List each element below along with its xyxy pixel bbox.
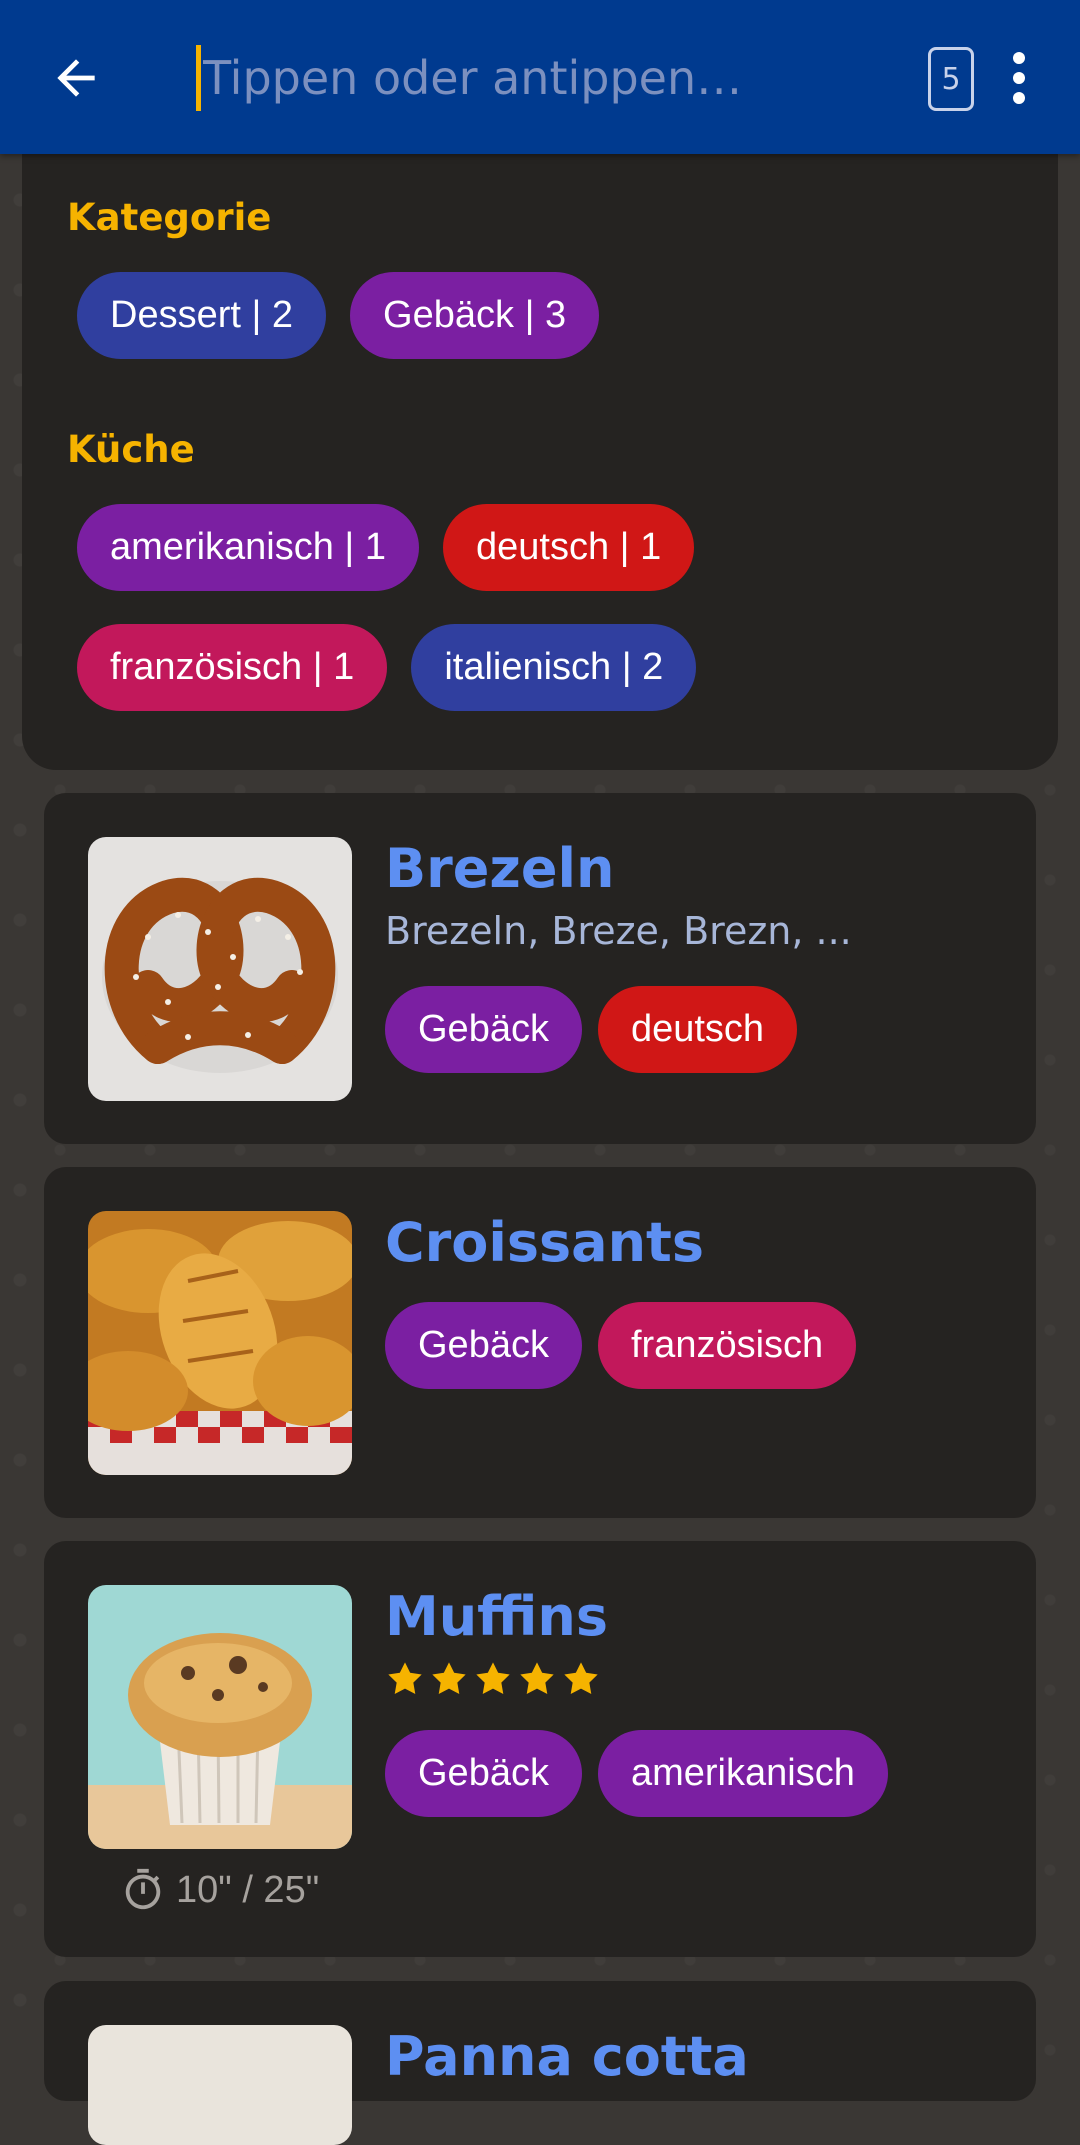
recipe-image-brezeln <box>88 837 352 1101</box>
recipe-card-croissants[interactable]: Croissants Gebäck französisch <box>44 1167 1036 1518</box>
recipe-tags: Gebäck französisch <box>385 1302 857 1389</box>
rating-stars <box>385 1659 601 1699</box>
cuisine-chip-amerikanisch[interactable]: amerikanisch | 1 <box>77 504 419 591</box>
tag-gebaeck[interactable]: Gebäck <box>385 986 582 1073</box>
recipe-title: Muffins <box>385 1585 608 1648</box>
arrow-back-icon <box>57 59 95 97</box>
cuisine-heading: Küche <box>67 428 195 471</box>
tag-gebaeck[interactable]: Gebäck <box>385 1302 582 1389</box>
recipe-image-croissants <box>88 1211 352 1475</box>
recipe-card-muffins[interactable]: Muffins Gebäck amerikanisch 10" / 25" <box>44 1541 1036 1957</box>
overflow-menu-button[interactable] <box>996 46 1042 110</box>
star-icon <box>432 1662 466 1695</box>
tag-amerikanisch[interactable]: amerikanisch <box>597 1730 888 1817</box>
recipe-tags: Gebäck amerikanisch <box>385 1730 888 1817</box>
cuisine-chip-franzoesisch[interactable]: französisch | 1 <box>77 624 388 711</box>
star-icon <box>520 1662 554 1695</box>
recipe-time: 10" / 25" <box>120 1867 319 1913</box>
star-icon <box>476 1662 510 1695</box>
recipe-title: Croissants <box>385 1211 704 1274</box>
recipe-title: Brezeln <box>385 837 615 900</box>
category-chip-gebaeck[interactable]: Gebäck | 3 <box>350 272 600 359</box>
top-app-bar: 5 <box>0 0 1080 154</box>
text-cursor <box>196 45 201 111</box>
cuisine-chip-deutsch[interactable]: deutsch | 1 <box>442 504 695 591</box>
back-button[interactable] <box>40 42 112 114</box>
recipe-card-panna-cotta[interactable]: Panna cotta <box>44 1981 1036 2145</box>
category-chip-dessert[interactable]: Dessert | 2 <box>77 272 327 359</box>
search-input[interactable] <box>203 51 883 105</box>
more-vert-icon <box>1013 52 1025 64</box>
filter-panel: Kategorie Dessert | 2 Gebäck | 3 Küche a… <box>22 154 1058 770</box>
category-chips: Dessert | 2 Gebäck | 3 <box>77 272 600 359</box>
recipe-time-text: 10" / 25" <box>176 1868 320 1911</box>
cuisine-chips-row-2: französisch | 1 italienisch | 2 <box>77 624 697 711</box>
star-icon <box>388 1662 422 1695</box>
recipe-image-muffins <box>88 1585 352 1849</box>
recipe-image-panna-cotta <box>88 2025 352 2145</box>
tag-franzoesisch[interactable]: französisch <box>597 1302 857 1389</box>
timer-icon <box>125 1868 161 1910</box>
cuisine-chip-italienisch[interactable]: italienisch | 2 <box>411 624 697 711</box>
star-icon <box>564 1662 598 1695</box>
recipe-title: Panna cotta <box>385 2025 749 2088</box>
recipe-tags: Gebäck deutsch <box>385 986 798 1073</box>
result-count-badge[interactable]: 5 <box>928 47 974 111</box>
recipe-subtitle: Brezeln, Breze, Brezn, ... <box>385 909 852 953</box>
tag-gebaeck[interactable]: Gebäck <box>385 1730 582 1817</box>
cuisine-chips-row-1: amerikanisch | 1 deutsch | 1 <box>77 504 695 591</box>
category-heading: Kategorie <box>67 196 272 239</box>
recipe-card-brezeln[interactable]: Brezeln Brezeln, Breze, Brezn, ... Gebäc… <box>44 793 1036 1144</box>
search-box[interactable] <box>196 38 896 118</box>
tag-deutsch[interactable]: deutsch <box>597 986 798 1073</box>
